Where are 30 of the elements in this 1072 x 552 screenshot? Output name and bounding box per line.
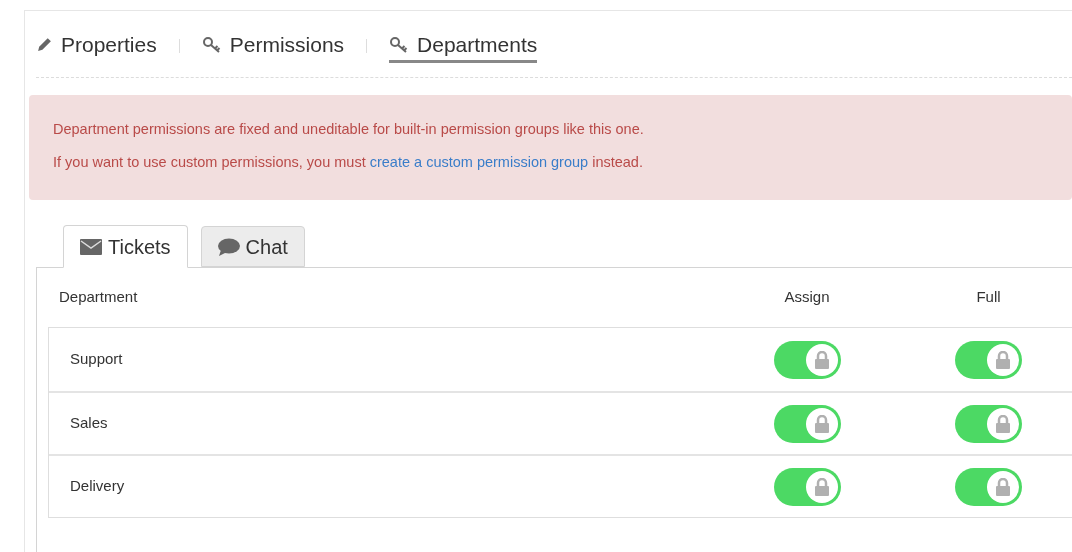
channel-tab[interactable]: Tickets: [63, 225, 188, 268]
toggle-switch[interactable]: [955, 404, 1022, 443]
toggle-switch[interactable]: [773, 340, 841, 379]
lock-icon: [813, 477, 830, 496]
key-icon: [389, 35, 410, 54]
section-tab[interactable]: Permissions: [201, 29, 345, 63]
alert-text: If you want to use custom permissions, you must create a custom permission group instead.: [53, 153, 643, 172]
department-name: Support: [70, 350, 123, 368]
section-tab[interactable]: Departments: [389, 29, 538, 63]
column-header: Department: [59, 288, 138, 306]
column-header: Full: [976, 288, 1001, 306]
lock-icon: [995, 477, 1011, 496]
section-tab[interactable]: Properties: [36, 29, 157, 63]
lock-icon: [813, 350, 830, 369]
lock-icon: [813, 414, 830, 433]
pencil-icon: [36, 36, 53, 53]
department-name: Delivery: [70, 477, 125, 495]
toggle-switch[interactable]: [773, 404, 841, 443]
channel-tab[interactable]: Chat: [200, 226, 305, 267]
lock-icon: [995, 414, 1011, 433]
toggle-switch[interactable]: [955, 467, 1022, 506]
column-header: Assign: [784, 288, 830, 306]
toggle-switch[interactable]: [773, 467, 841, 506]
toggle-switch[interactable]: [955, 340, 1022, 379]
speech-bubble-icon: [217, 237, 240, 256]
alert-text: Department permissions are fixed and uneditable for built-in permission groups like this one.: [53, 120, 644, 139]
department-name: Sales: [70, 414, 108, 432]
lock-icon: [995, 350, 1011, 369]
key-icon: [201, 35, 222, 54]
envelope-icon: [80, 238, 102, 255]
